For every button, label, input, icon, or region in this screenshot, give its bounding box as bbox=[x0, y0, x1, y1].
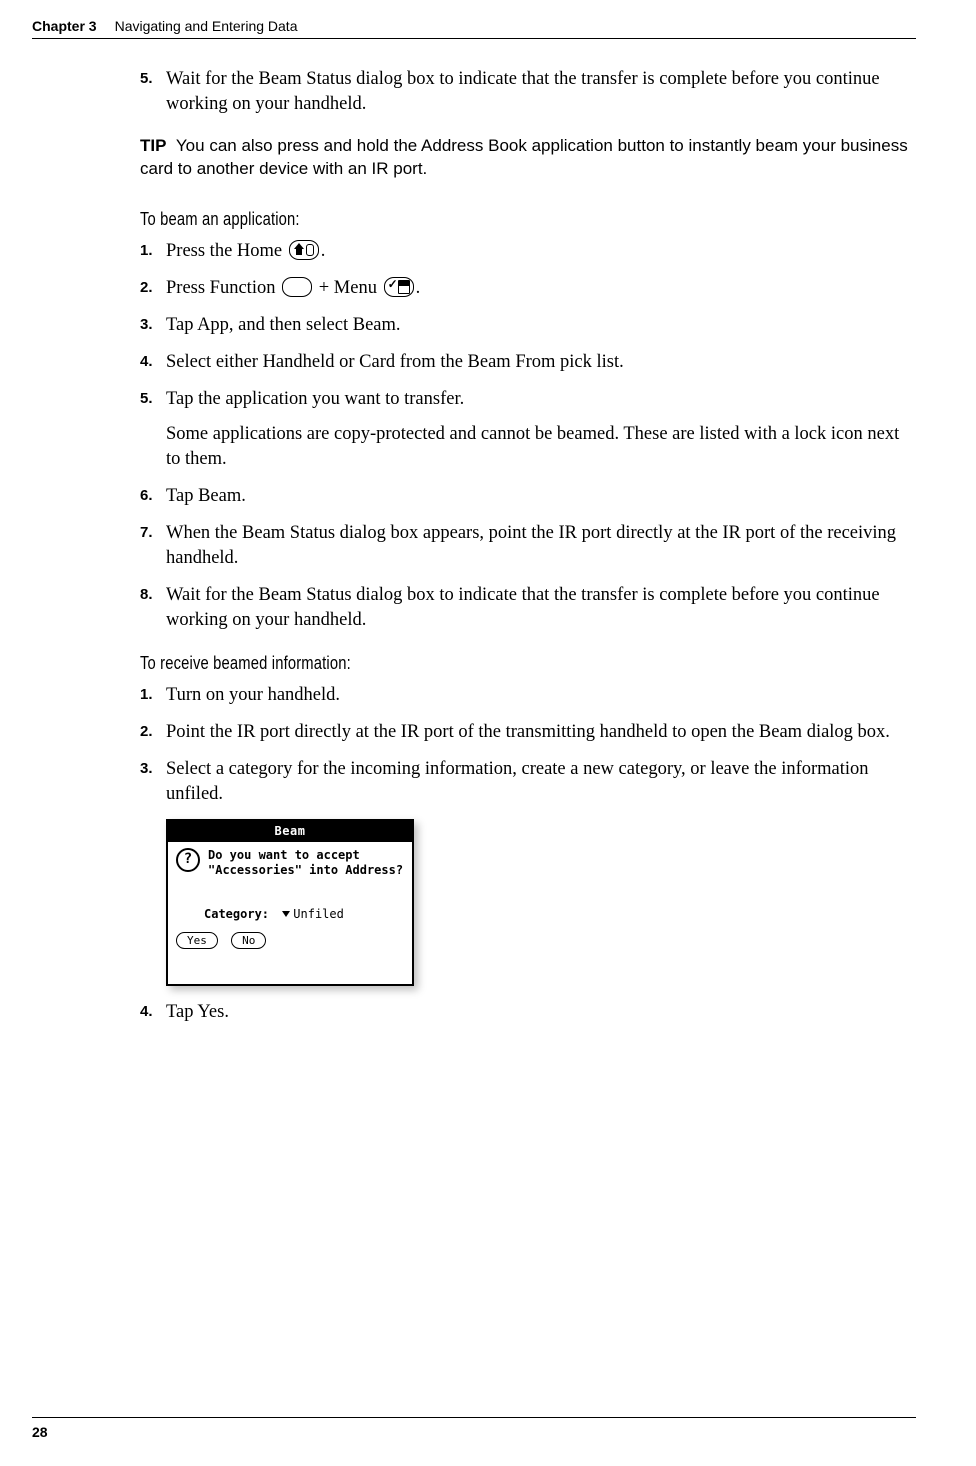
step-text: Wait for the Beam Status dialog box to i… bbox=[166, 67, 916, 117]
step-text: Tap Yes. bbox=[166, 1000, 916, 1025]
yes-button[interactable]: Yes bbox=[176, 932, 218, 949]
step-number: 2. bbox=[140, 276, 166, 301]
step-subtext: Some applications are copy-protected and… bbox=[166, 422, 916, 472]
chapter-title: Navigating and Entering Data bbox=[115, 18, 298, 34]
chevron-down-icon bbox=[282, 911, 290, 917]
tip-text: You can also press and hold the Address … bbox=[140, 136, 908, 178]
step-text: When the Beam Status dialog box appears,… bbox=[166, 521, 916, 571]
tip-block: TIP You can also press and hold the Addr… bbox=[140, 135, 916, 181]
category-dropdown[interactable]: Unfiled bbox=[282, 906, 344, 922]
footer-rule bbox=[32, 1417, 916, 1418]
step-app-3: 3. Tap App, and then select Beam. bbox=[140, 313, 916, 338]
step-app-5: 5. Tap the application you want to trans… bbox=[140, 387, 916, 472]
step-number: 6. bbox=[140, 484, 166, 509]
step-number: 3. bbox=[140, 313, 166, 338]
header-rule bbox=[32, 38, 916, 39]
step-number: 5. bbox=[140, 67, 166, 117]
step-text: Tap App, and then select Beam. bbox=[166, 313, 916, 338]
page-header: Chapter 3 Navigating and Entering Data bbox=[32, 18, 916, 34]
heading-beam-app: To beam an application: bbox=[140, 207, 776, 231]
step-5-prev: 5. Wait for the Beam Status dialog box t… bbox=[140, 67, 916, 117]
chapter-label: Chapter 3 bbox=[32, 18, 97, 34]
beam-dialog: Beam ? Do you want to accept "Accessorie… bbox=[166, 819, 414, 986]
step-number: 4. bbox=[140, 1000, 166, 1025]
page-number: 28 bbox=[32, 1424, 916, 1440]
step-number: 3. bbox=[140, 757, 166, 807]
step-app-7: 7. When the Beam Status dialog box appea… bbox=[140, 521, 916, 571]
category-label: Category: bbox=[204, 907, 269, 921]
page-footer: 28 bbox=[32, 1417, 916, 1440]
home-icon bbox=[289, 240, 319, 260]
tip-label: TIP bbox=[140, 136, 166, 155]
menu-key-icon bbox=[384, 277, 414, 297]
step-number: 4. bbox=[140, 350, 166, 375]
step-text: Tap the application you want to transfer… bbox=[166, 387, 916, 472]
dialog-message: Do you want to accept "Accessories" into… bbox=[208, 848, 404, 878]
step-text: Select either Handheld or Card from the … bbox=[166, 350, 916, 375]
step-app-8: 8. Wait for the Beam Status dialog box t… bbox=[140, 583, 916, 633]
step-rx-2: 2. Point the IR port directly at the IR … bbox=[140, 720, 916, 745]
step-number: 1. bbox=[140, 683, 166, 708]
step-number: 2. bbox=[140, 720, 166, 745]
step-app-1: 1. Press the Home . bbox=[140, 239, 916, 264]
function-key-icon bbox=[282, 277, 312, 297]
step-number: 7. bbox=[140, 521, 166, 571]
no-button[interactable]: No bbox=[231, 932, 266, 949]
step-rx-1: 1. Turn on your handheld. bbox=[140, 683, 916, 708]
category-row: Category: Unfiled bbox=[204, 906, 404, 922]
step-text: Select a category for the incoming infor… bbox=[166, 757, 916, 807]
dialog-title: Beam bbox=[168, 821, 412, 842]
step-text: Press the Home . bbox=[166, 239, 916, 264]
step-number: 8. bbox=[140, 583, 166, 633]
question-icon: ? bbox=[176, 848, 200, 872]
step-app-2: 2. Press Function + Menu . bbox=[140, 276, 916, 301]
heading-receive: To receive beamed information: bbox=[140, 651, 776, 675]
step-rx-4: 4. Tap Yes. bbox=[140, 1000, 916, 1025]
step-number: 1. bbox=[140, 239, 166, 264]
step-text: Wait for the Beam Status dialog box to i… bbox=[166, 583, 916, 633]
step-rx-3: 3. Select a category for the incoming in… bbox=[140, 757, 916, 807]
step-text: Turn on your handheld. bbox=[166, 683, 916, 708]
step-number: 5. bbox=[140, 387, 166, 472]
step-app-4: 4. Select either Handheld or Card from t… bbox=[140, 350, 916, 375]
step-text: Point the IR port directly at the IR por… bbox=[166, 720, 916, 745]
step-text: Tap Beam. bbox=[166, 484, 916, 509]
step-text: Press Function + Menu . bbox=[166, 276, 916, 301]
step-app-6: 6. Tap Beam. bbox=[140, 484, 916, 509]
